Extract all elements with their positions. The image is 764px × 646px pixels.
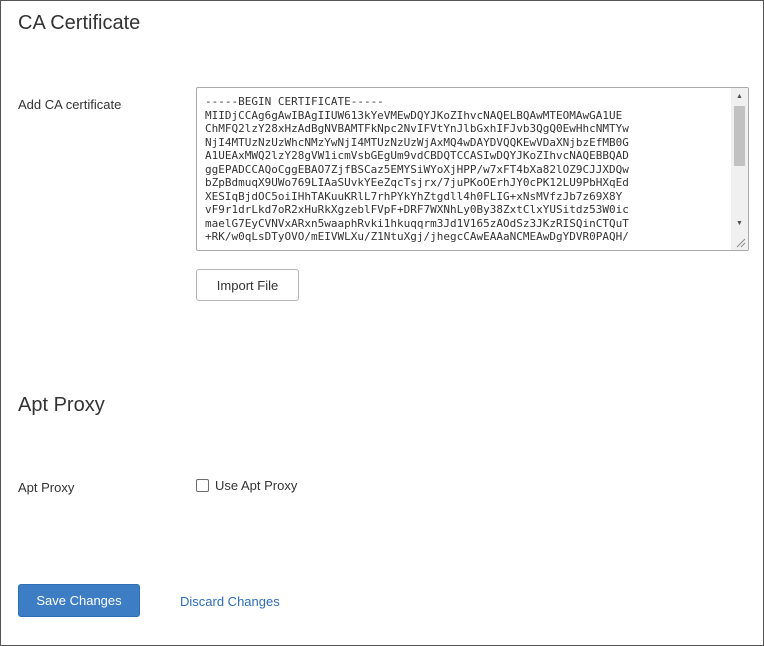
scroll-down-arrow-icon[interactable]: ▼ [731,216,748,231]
textarea-scrollbar[interactable]: ▲ ▼ [731,88,748,250]
apt-proxy-section-title: Apt Proxy [18,394,105,416]
use-apt-proxy-checkbox[interactable] [196,479,209,492]
scroll-thumb[interactable] [734,106,745,166]
save-changes-button[interactable]: Save Changes [18,584,140,617]
settings-panel: CA Certificate Add CA certificate -----B… [0,0,764,646]
apt-proxy-label: Apt Proxy [18,480,75,495]
ca-certificate-section-title: CA Certificate [18,12,141,34]
scroll-up-arrow-icon[interactable]: ▲ [731,89,748,104]
ca-certificate-text[interactable]: -----BEGIN CERTIFICATE----- MIIDjCCAg6gA… [205,95,725,245]
import-file-button[interactable]: Import File [196,269,299,301]
use-apt-proxy-option[interactable]: Use Apt Proxy [196,478,297,493]
discard-changes-link[interactable]: Discard Changes [180,594,280,609]
use-apt-proxy-checkbox-label[interactable]: Use Apt Proxy [215,478,297,493]
ca-certificate-textarea[interactable]: -----BEGIN CERTIFICATE----- MIIDjCCAg6gA… [196,87,749,251]
add-ca-certificate-label: Add CA certificate [18,97,122,112]
resize-grip-icon[interactable] [733,235,747,249]
